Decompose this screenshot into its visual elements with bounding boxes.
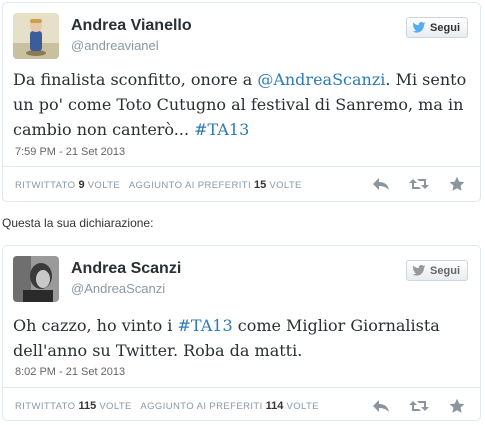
follow-button[interactable]: Segui [406, 17, 468, 38]
mention-link[interactable]: @AndreaScanzi [257, 70, 385, 89]
follow-label: Segui [430, 264, 460, 277]
retweet-icon[interactable] [408, 175, 430, 193]
tweet-text-part: Da finalista sconfitto, onore a [13, 70, 258, 89]
tweet-text: Da finalista sconfitto, onore a @AndreaS… [13, 67, 473, 142]
author-name[interactable]: Andrea Scanzi [71, 260, 181, 278]
tweet-stats: RITWITTATO 115 VOLTE AGGIUNTO AI PREFERI… [15, 400, 319, 412]
author-handle[interactable]: @andreavianel [71, 38, 159, 53]
twitter-bird-icon [412, 22, 426, 33]
favorite-unit: VOLTE [269, 180, 302, 191]
tweet-text-part: Oh cazzo, ho vinto i [13, 316, 178, 335]
divider [3, 387, 480, 388]
tweet-actions [370, 175, 468, 193]
reply-icon[interactable] [370, 175, 392, 193]
favorite-label: AGGIUNTO AI PREFERITI [140, 401, 263, 412]
tweet-stats: RITWITTATO 9 VOLTE AGGIUNTO AI PREFERITI… [15, 179, 302, 191]
follow-label: Segui [430, 21, 460, 34]
reply-icon[interactable] [370, 397, 392, 415]
embedded-tweet-vianello: Andrea Vianello @andreavianel Segui Da f… [2, 2, 481, 202]
caption: Questa la sua dichiarazione: [2, 216, 154, 230]
retweet-count[interactable]: 115 [79, 400, 97, 412]
avatar[interactable] [13, 256, 59, 302]
favorite-count[interactable]: 15 [254, 179, 266, 191]
timestamp[interactable]: 7:59 PM - 21 Set 2013 [15, 146, 125, 158]
retweet-unit: VOLTE [87, 180, 121, 191]
twitter-bird-icon [412, 265, 426, 276]
author-handle[interactable]: @AndreaScanzi [71, 281, 165, 296]
retweet-unit: VOLTE [99, 401, 132, 412]
hashtag-link[interactable]: #TA13 [178, 316, 233, 335]
divider [3, 166, 480, 167]
author-name[interactable]: Andrea Vianello [71, 17, 192, 35]
favorite-label: AGGIUNTO AI PREFERITI [128, 180, 251, 191]
follow-button[interactable]: Segui [406, 260, 468, 281]
embedded-tweet-scanzi: Andrea Scanzi @AndreaScanzi Segui Oh caz… [2, 245, 481, 421]
tweet-actions [370, 397, 468, 415]
retweet-label: RITWITTATO [15, 180, 76, 191]
timestamp[interactable]: 8:02 PM - 21 Set 2013 [15, 366, 125, 378]
tweet-text: Oh cazzo, ho vinto i #TA13 come Miglior … [13, 313, 473, 363]
hashtag-link[interactable]: #TA13 [194, 120, 249, 139]
retweet-icon[interactable] [408, 397, 430, 415]
favorite-count[interactable]: 114 [266, 400, 284, 412]
avatar[interactable] [13, 13, 59, 59]
favorite-unit: VOLTE [286, 401, 319, 412]
retweet-label: RITWITTATO [15, 401, 76, 412]
star-icon[interactable] [446, 175, 468, 193]
star-icon[interactable] [446, 397, 468, 415]
retweet-count[interactable]: 9 [79, 179, 85, 191]
